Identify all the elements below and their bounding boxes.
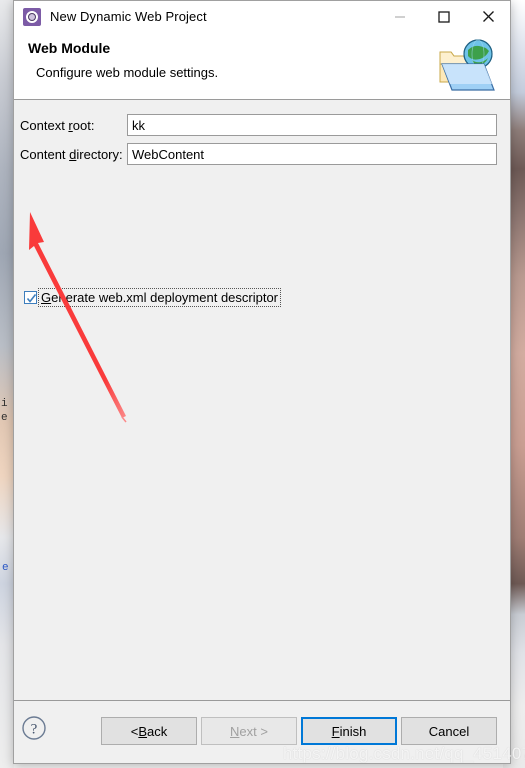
minimize-icon[interactable] bbox=[378, 1, 422, 32]
context-root-input[interactable]: kk bbox=[127, 114, 497, 136]
dialog-footer: ? < Back Next > Finish Cancel bbox=[14, 701, 510, 763]
generate-webxml-checkbox[interactable]: Generate web.xml deployment descriptor bbox=[24, 288, 282, 307]
page-title: Web Module bbox=[28, 40, 111, 56]
next-button: Next > bbox=[201, 717, 297, 745]
content-directory-label: Content directory: bbox=[20, 146, 123, 162]
context-root-row: Context root: kk bbox=[14, 113, 510, 137]
finish-button[interactable]: Finish bbox=[301, 717, 397, 745]
close-icon[interactable] bbox=[466, 1, 510, 32]
page-description: Configure web module settings. bbox=[36, 65, 219, 80]
content-directory-input[interactable]: WebContent bbox=[127, 143, 497, 165]
new-dynamic-web-project-dialog: New Dynamic Web Project Web Module Confi… bbox=[13, 0, 511, 764]
title-bar: New Dynamic Web Project bbox=[14, 1, 510, 32]
background-left-strip bbox=[0, 0, 14, 768]
back-button[interactable]: < Back bbox=[101, 717, 197, 745]
background-text-fragment: e bbox=[1, 412, 8, 424]
help-question-icon[interactable]: ? bbox=[21, 715, 47, 741]
folder-globe-icon bbox=[434, 34, 502, 96]
window-title: New Dynamic Web Project bbox=[50, 9, 207, 24]
dialog-button-group: < Back Next > Finish Cancel bbox=[101, 717, 497, 745]
content-directory-row: Content directory: WebContent bbox=[14, 142, 510, 166]
wizard-header: Web Module Configure web module settings… bbox=[14, 32, 510, 100]
cancel-button[interactable]: Cancel bbox=[401, 717, 497, 745]
background-text-fragment: e bbox=[2, 562, 9, 574]
background-text-fragment: i bbox=[1, 398, 8, 410]
red-annotation-arrow bbox=[29, 212, 127, 423]
context-root-label: Context root: bbox=[20, 117, 95, 133]
generate-webxml-label[interactable]: Generate web.xml deployment descriptor bbox=[38, 288, 282, 307]
svg-text:?: ? bbox=[31, 722, 38, 738]
wizard-body: Context root: kk Content directory: WebC… bbox=[14, 100, 510, 701]
maximize-icon[interactable] bbox=[422, 1, 466, 32]
eclipse-wizard-icon bbox=[23, 7, 41, 26]
checkbox-checked-icon[interactable] bbox=[24, 291, 37, 304]
window-controls bbox=[378, 1, 510, 32]
